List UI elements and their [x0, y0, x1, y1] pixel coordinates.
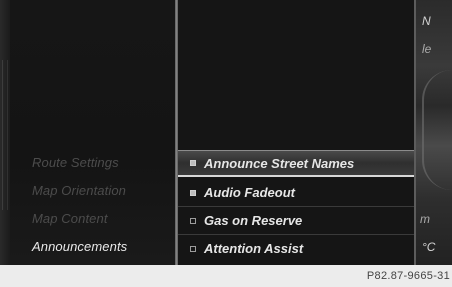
map-label-fragment: le [422, 42, 432, 56]
option-audio-fadeout[interactable]: Audio Fadeout [178, 179, 414, 206]
navigation-screen: Route Settings Map Orientation Map Conte… [0, 0, 452, 265]
checkbox-unchecked-icon [190, 245, 196, 252]
option-label: Audio Fadeout [204, 185, 295, 200]
figure-reference: P82.87-9665-31 [366, 270, 450, 282]
menu-item-route-settings[interactable]: Route Settings [32, 155, 119, 170]
map-label-fragment-2: m [420, 212, 430, 226]
caption-bar: P82.87-9665-31 [0, 265, 452, 287]
option-attention-assist[interactable]: Attention Assist [178, 235, 414, 262]
option-gas-on-reserve[interactable]: Gas on Reserve [178, 207, 414, 234]
menu-item-map-orientation[interactable]: Map Orientation [32, 183, 126, 198]
bezel-notch [2, 60, 8, 210]
menu-item-announcements[interactable]: Announcements [32, 239, 127, 254]
checkbox-unchecked-icon [190, 217, 196, 224]
option-label: Attention Assist [204, 241, 304, 256]
option-label: Gas on Reserve [204, 213, 303, 228]
option-announce-street-names[interactable]: Announce Street Names [178, 150, 414, 177]
checkbox-checked-icon [190, 189, 196, 196]
checkbox-checked-icon [190, 160, 196, 166]
screen-bezel [0, 0, 10, 265]
compass-heading: N [422, 14, 431, 28]
temperature-unit: °C [422, 240, 436, 254]
option-label: Announce Street Names [204, 155, 355, 171]
menu-item-map-content[interactable]: Map Content [32, 211, 108, 226]
map-road [422, 70, 452, 190]
